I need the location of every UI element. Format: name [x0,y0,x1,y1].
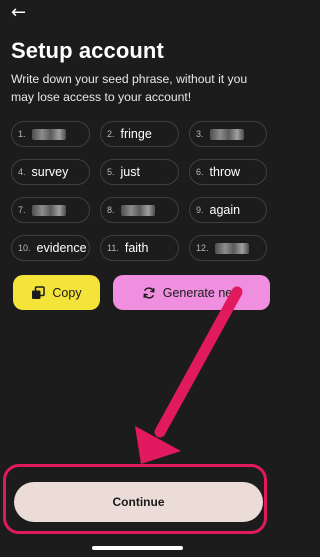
seed-word-number: 8. [107,205,115,215]
seed-phrase-grid: 1. 2. fringe 3. 4. survey 5. just 6. throw 7. 8. 9. a… [11,121,267,261]
continue-button[interactable]: Continue [14,482,263,522]
generate-new-button[interactable]: Generate new [113,275,270,310]
seed-word-chip: 1. [11,121,90,147]
seed-word: evidence [36,241,87,255]
seed-word-number: 1. [18,129,26,139]
seed-word-chip: 9. again [189,197,267,223]
seed-word-chip: 7. [11,197,90,223]
seed-word-number: 4. [18,167,26,177]
seed-word: throw [209,165,241,179]
home-indicator [92,546,183,550]
seed-word-number: 12. [196,243,209,253]
refresh-icon [142,286,156,300]
continue-label: Continue [112,495,165,509]
copy-button[interactable]: Copy [13,275,100,310]
seed-word-chip: 10. evidence [11,235,90,261]
arrow-left-icon: ← [11,2,27,23]
seed-word-chip: 2. fringe [100,121,179,147]
seed-word: survey [31,165,69,179]
seed-word-chip: 12. [189,235,267,261]
seed-word-chip: 11. faith [100,235,179,261]
copy-label: Copy [52,285,82,300]
redacted-word [31,204,66,216]
redacted-word [31,128,66,140]
seed-word: fringe [120,127,152,141]
page-title: Setup account [11,38,164,63]
redacted-word [209,128,244,140]
seed-word: just [120,165,140,179]
seed-word-chip: 6. throw [189,159,267,185]
page-subtitle: Write down your seed phrase, without it … [11,72,248,104]
seed-word-chip: 3. [189,121,267,147]
seed-word-number: 9. [196,205,204,215]
seed-word-number: 7. [18,205,26,215]
copy-icon [31,285,46,300]
seed-word: faith [124,241,149,255]
back-button[interactable]: ← [11,4,26,22]
seed-word-number: 2. [107,129,115,139]
seed-word-number: 11. [107,243,119,253]
seed-word-number: 6. [196,167,204,177]
seed-word: again [209,203,241,217]
seed-word-chip: 5. just [100,159,179,185]
generate-new-label: Generate new [162,285,242,300]
seed-word-number: 5. [107,167,115,177]
seed-word-number: 3. [196,129,204,139]
seed-word-chip: 4. survey [11,159,90,185]
redacted-word [214,242,249,254]
seed-word-chip: 8. [100,197,179,223]
redacted-word [120,204,155,216]
seed-word-number: 10. [18,243,31,253]
